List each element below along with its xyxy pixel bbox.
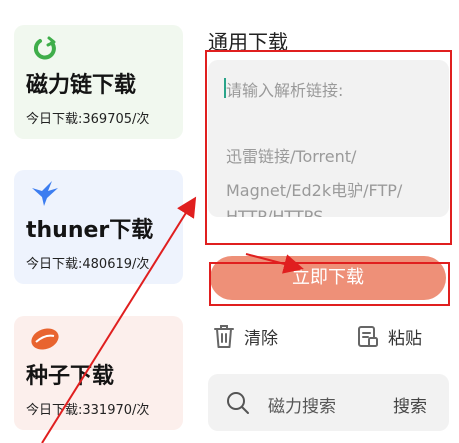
search-icon [227, 392, 249, 414]
magnet-download-card[interactable]: 磁力链下载 今日下载:369705/次 [14, 25, 183, 139]
placeholder-line: 迅雷链接/Torrent/ [226, 147, 357, 166]
thunder-bird-icon [32, 181, 58, 206]
placeholder-line: Magnet/Ed2k电驴/FTP/ [226, 181, 403, 200]
paste-button[interactable]: 粘贴 [356, 322, 422, 350]
card-count: 今日下载:480619/次 [26, 257, 150, 272]
clear-label: 清除 [244, 328, 278, 349]
card-count: 今日下载:331970/次 [26, 403, 150, 418]
link-input[interactable]: 请输入解析链接: 迅雷链接/Torrent/ Magnet/Ed2k电驴/FTP… [208, 60, 449, 217]
card-title: thuner下载 [26, 218, 154, 243]
placeholder-line: HTTP/HTTPS [226, 207, 324, 217]
seed-icon [31, 328, 59, 350]
card-title: 磁力链下载 [26, 73, 137, 98]
magnet-search-bar[interactable]: 磁力搜索 搜索 [208, 374, 449, 431]
card-title: 种子下载 [26, 364, 115, 389]
search-button[interactable]: 搜索 [393, 392, 427, 417]
placeholder-line: 请输入解析链接: [226, 81, 344, 100]
paste-label: 粘贴 [388, 328, 422, 349]
download-now-button[interactable]: 立即下载 [210, 256, 446, 300]
magnet-icon [33, 36, 56, 60]
clear-button[interactable]: 清除 [212, 322, 278, 350]
seed-download-card[interactable]: 种子下载 今日下载:331970/次 [14, 316, 183, 430]
clipboard-icon [358, 326, 378, 347]
section-title: 通用下载 [208, 30, 288, 54]
thunder-download-card[interactable]: thuner下载 今日下载:480619/次 [14, 170, 183, 284]
card-count: 今日下载:369705/次 [26, 112, 150, 127]
search-input[interactable]: 磁力搜索 [268, 392, 336, 417]
trash-icon [214, 325, 234, 348]
